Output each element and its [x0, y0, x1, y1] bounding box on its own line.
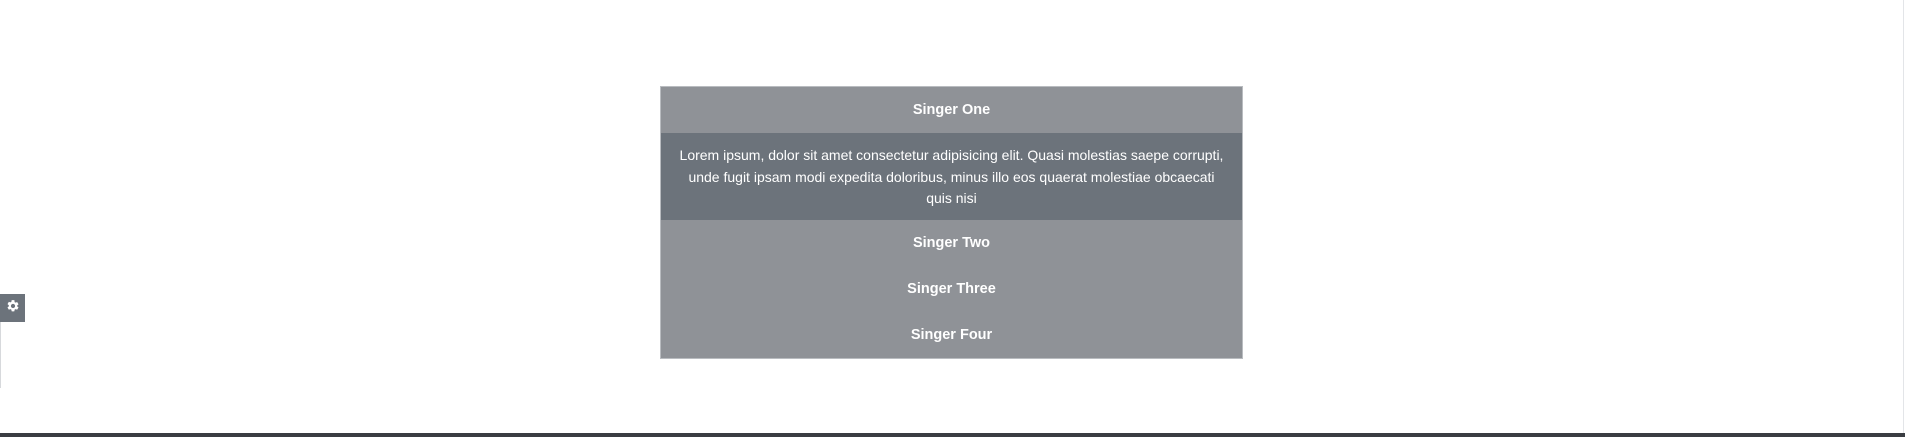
singer-accordion: Singer One Lorem ipsum, dolor sit amet c…	[660, 86, 1243, 359]
accordion-header-singer-one[interactable]: Singer One	[661, 87, 1242, 133]
settings-toggle-button[interactable]	[0, 294, 25, 322]
gear-icon	[6, 299, 20, 318]
right-scroll-edge	[1903, 0, 1904, 437]
accordion-panel-singer-one: Lorem ipsum, dolor sit amet consectetur …	[661, 133, 1242, 220]
accordion-header-singer-four[interactable]: Singer Four	[661, 311, 1242, 358]
bottom-edge	[0, 433, 1905, 437]
page: Singer One Lorem ipsum, dolor sit amet c…	[0, 0, 1905, 437]
accordion-header-singer-three[interactable]: Singer Three	[661, 265, 1242, 312]
accordion-header-singer-two[interactable]: Singer Two	[661, 219, 1242, 266]
settings-panel-edge	[0, 322, 1, 388]
